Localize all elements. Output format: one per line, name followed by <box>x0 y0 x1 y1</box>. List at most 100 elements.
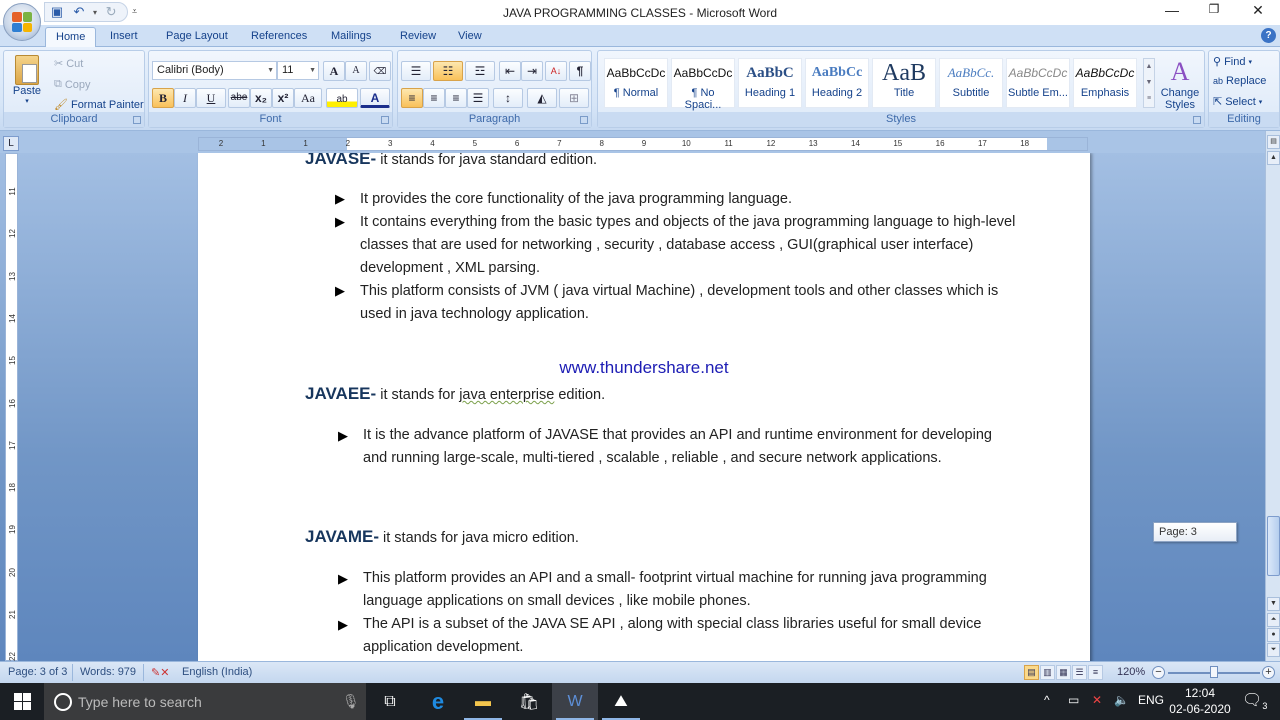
start-button[interactable] <box>0 683 44 720</box>
strikethrough-button[interactable]: abe <box>228 88 250 108</box>
paste-button[interactable]: Paste ▾ <box>10 55 44 105</box>
photos-icon[interactable]: ⛰ <box>598 683 644 720</box>
numbering-button[interactable]: ☷ <box>433 61 463 81</box>
line-spacing-button[interactable]: ↕ <box>493 88 523 108</box>
tab-view[interactable]: View <box>448 27 492 47</box>
taskbar-search-box[interactable]: Type here to search 🎙 <box>44 683 366 720</box>
sort-button[interactable]: A↓ <box>545 61 567 81</box>
battery-icon[interactable]: ▭ <box>1068 693 1079 707</box>
help-icon[interactable]: ? <box>1261 28 1276 43</box>
browse-object-button[interactable]: ● <box>1267 628 1280 642</box>
shading-button[interactable]: ◭ <box>527 88 557 108</box>
scroll-up-button[interactable]: ▲ <box>1267 151 1280 165</box>
style-normal[interactable]: AaBbCcDc ¶ Normal <box>604 58 668 108</box>
underline-button[interactable]: U <box>196 88 226 108</box>
highlight-button[interactable]: ab <box>326 88 358 108</box>
copy-button[interactable]: ⧉ Copy <box>54 78 91 91</box>
microphone-icon[interactable]: 🎙 <box>342 693 360 710</box>
superscript-button[interactable]: x² <box>272 88 294 108</box>
format-painter-button[interactable]: 🖌 Format Painter <box>54 98 144 112</box>
zoom-in-button[interactable]: + <box>1262 666 1275 679</box>
align-center-button[interactable]: ≡ <box>423 88 445 108</box>
office-button[interactable] <box>3 3 41 41</box>
clock[interactable]: 12:04 02-06-2020 <box>1165 685 1235 717</box>
replace-button[interactable]: ab Replace <box>1213 75 1266 87</box>
minimize-button[interactable]: — <box>1150 2 1194 22</box>
justify-button[interactable]: ☰ <box>467 88 489 108</box>
bullets-button[interactable]: ☰ <box>401 61 431 81</box>
file-explorer-icon[interactable]: ▬ <box>460 683 506 720</box>
close-button[interactable]: ✕ <box>1236 2 1280 22</box>
scroll-down-button[interactable]: ▼ <box>1267 597 1280 611</box>
word-taskbar-icon[interactable]: W <box>552 683 598 720</box>
tab-references[interactable]: References <box>241 27 317 47</box>
zoom-slider-thumb[interactable] <box>1210 666 1218 678</box>
full-screen-reading-button[interactable]: ▥ <box>1040 665 1055 680</box>
tab-insert[interactable]: Insert <box>100 27 148 47</box>
previous-page-button[interactable]: ⏶ <box>1267 613 1280 627</box>
italic-button[interactable]: I <box>174 88 196 108</box>
style-emphasis[interactable]: AaBbCcDc Emphasis <box>1073 58 1137 108</box>
style-title[interactable]: AaB Title <box>872 58 936 108</box>
tab-review[interactable]: Review <box>390 27 446 47</box>
style-subtitle[interactable]: AaBbCc. Subtitle <box>939 58 1003 108</box>
clear-formatting-button[interactable]: ⌫ <box>369 61 391 81</box>
zoom-level[interactable]: 120% <box>1117 666 1145 678</box>
borders-button[interactable]: ⊞ <box>559 88 589 108</box>
style-heading-1[interactable]: AaBbC Heading 1 <box>738 58 802 108</box>
tab-selector-button[interactable]: L <box>3 136 19 151</box>
cut-button[interactable]: ✂ Cut <box>54 57 83 71</box>
multilevel-list-button[interactable]: ☲ <box>465 61 495 81</box>
increase-indent-button[interactable]: ⇥ <box>521 61 543 81</box>
font-dialog-launcher[interactable] <box>381 116 389 124</box>
style-heading-2[interactable]: AaBbCc Heading 2 <box>805 58 869 108</box>
bold-button[interactable]: B <box>152 88 174 108</box>
style-no-spacing[interactable]: AaBbCcDc ¶ No Spaci... <box>671 58 735 111</box>
web-layout-button[interactable]: ▦ <box>1056 665 1071 680</box>
notifications-icon[interactable]: 🗨3 <box>1242 690 1267 711</box>
find-button[interactable]: ⚲ Find ▾ <box>1213 55 1252 69</box>
grow-font-button[interactable]: A <box>323 61 345 81</box>
font-size-combo[interactable]: 11 ▼ <box>277 61 319 80</box>
language-tray[interactable]: ENG <box>1138 693 1164 707</box>
volume-icon[interactable]: 🔈 <box>1114 693 1129 707</box>
font-name-combo[interactable]: Calibri (Body) ▼ <box>152 61 277 80</box>
print-layout-view-button[interactable]: ▤ <box>1024 665 1039 680</box>
tab-page-layout[interactable]: Page Layout <box>156 27 238 47</box>
edge-icon[interactable]: e <box>415 683 461 720</box>
ruler-toggle-icon[interactable]: ▤ <box>1267 135 1280 149</box>
horizontal-ruler[interactable]: 2 1 1 2 3 4 5 6 7 8 9 10 11 12 13 14 15 16 17 18 <box>198 137 1088 151</box>
draft-view-button[interactable]: ≡ <box>1088 665 1103 680</box>
align-right-button[interactable]: ≡ <box>445 88 467 108</box>
proofing-error-icon[interactable]: ✎✕ <box>151 666 169 679</box>
document-page[interactable]: JAVASE- it stands for java standard edit… <box>198 153 1090 661</box>
show-hidden-icons[interactable]: ^ <box>1044 693 1050 707</box>
paragraph-dialog-launcher[interactable] <box>580 116 588 124</box>
restore-button[interactable]: ❐ <box>1192 2 1236 22</box>
vertical-scrollbar[interactable]: ▤ ▲ ▼ ⏶ ● ⏷ <box>1265 131 1280 661</box>
tab-home[interactable]: Home <box>45 27 97 47</box>
subscript-button[interactable]: x₂ <box>250 88 272 108</box>
tab-mailings[interactable]: Mailings <box>321 27 381 47</box>
store-icon[interactable]: 🛍 <box>506 683 552 720</box>
decrease-indent-button[interactable]: ⇤ <box>499 61 521 81</box>
vertical-ruler[interactable]: 11 12 13 14 15 16 17 18 19 20 21 22 <box>5 153 18 661</box>
show-marks-button[interactable]: ¶ <box>569 61 591 81</box>
page-count[interactable]: Page: 3 of 3 <box>8 666 67 678</box>
zoom-out-button[interactable]: − <box>1152 666 1165 679</box>
document-area[interactable]: 11 12 13 14 15 16 17 18 19 20 21 22 JAVASE- it stan… <box>0 153 1265 661</box>
align-left-button[interactable]: ≡ <box>401 88 423 108</box>
style-subtle-emphasis[interactable]: AaBbCcDc Subtle Em... <box>1006 58 1070 108</box>
styles-gallery-scroll[interactable]: ▲ ▼ ≡ <box>1143 58 1155 108</box>
font-color-button[interactable]: A <box>360 88 390 108</box>
select-button[interactable]: ⇱ Select ▾ <box>1213 95 1262 109</box>
language-indicator[interactable]: English (India) <box>182 666 252 678</box>
task-view-icon[interactable]: ⧉ <box>367 683 413 720</box>
outline-view-button[interactable]: ☰ <box>1072 665 1087 680</box>
shrink-font-button[interactable]: A <box>345 61 367 81</box>
clipboard-dialog-launcher[interactable] <box>133 116 141 124</box>
change-case-button[interactable]: Aa <box>294 88 322 108</box>
network-icon[interactable]: ✕ <box>1092 693 1102 707</box>
word-count[interactable]: Words: 979 <box>80 666 136 678</box>
next-page-button[interactable]: ⏷ <box>1267 643 1280 657</box>
